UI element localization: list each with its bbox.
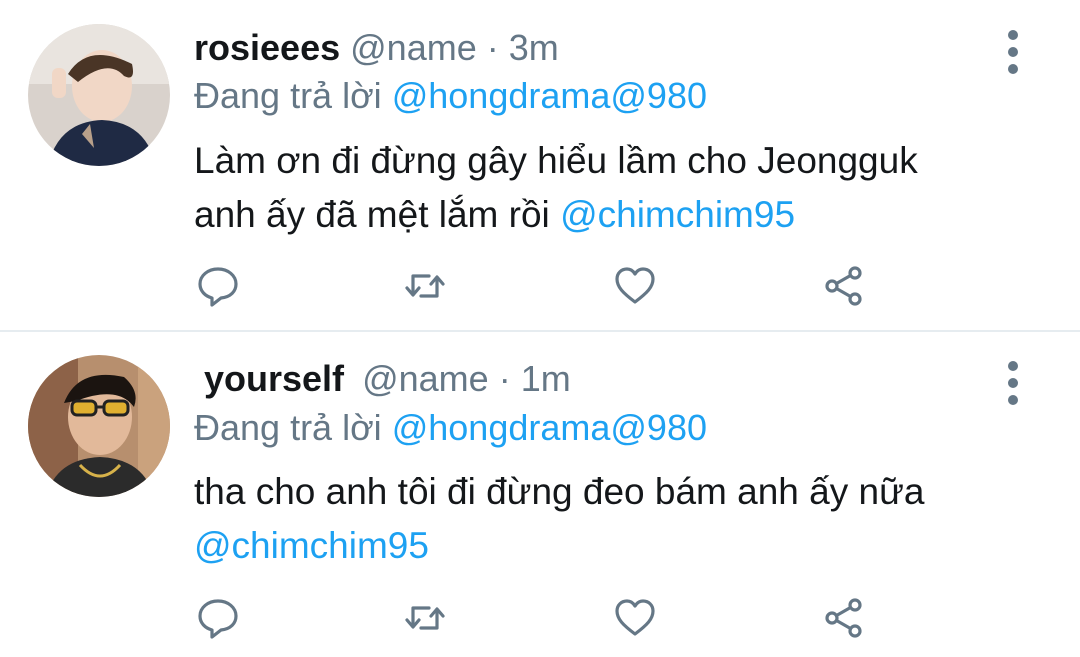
retweet-icon	[405, 274, 445, 298]
retweet-icon	[405, 606, 445, 630]
separator-dot: ·	[486, 27, 499, 68]
more-vertical-icon	[1008, 30, 1018, 40]
tweet-header: yourself @name · 1m	[204, 357, 571, 401]
replying-label: Đang trả lời	[194, 75, 382, 116]
tweet-actions	[194, 596, 894, 640]
timestamp[interactable]: 3m	[509, 27, 559, 68]
timestamp[interactable]: 1m	[521, 358, 571, 399]
like-button[interactable]	[611, 264, 659, 308]
like-button[interactable]	[611, 596, 659, 640]
handle[interactable]: @name	[350, 27, 477, 68]
mention-link[interactable]: @chimchim95	[560, 194, 795, 235]
share-icon	[825, 598, 862, 638]
handle[interactable]: @name	[362, 358, 489, 399]
share-button[interactable]	[820, 596, 868, 640]
reply-button[interactable]	[194, 264, 242, 308]
tweet-text-line: tha cho anh tôi đi đừng đeo bám anh ấy n…	[194, 471, 925, 512]
like-icon	[615, 267, 655, 304]
display-name[interactable]: yourself	[204, 358, 344, 399]
share-button[interactable]	[820, 264, 868, 308]
replying-to-link[interactable]: @hongdrama@980	[392, 75, 707, 116]
like-icon	[615, 599, 655, 636]
tweet-text: Làm ơn đi đừng gây hiểu lầm cho Jeongguk…	[194, 134, 1034, 242]
reply-icon	[198, 599, 238, 639]
more-vertical-icon	[1008, 361, 1018, 371]
tweet[interactable]: yourself @name · 1m Đang trả lời @hongdr…	[0, 332, 1080, 657]
tweet-header: rosieees @name · 3m	[194, 26, 559, 70]
display-name[interactable]: rosieees	[194, 27, 340, 68]
replying-to: Đang trả lời @hongdrama@980	[194, 406, 707, 450]
retweet-button[interactable]	[401, 596, 449, 640]
reply-icon	[198, 267, 238, 307]
tweet-text-line: anh ấy đã mệt lắm rồi	[194, 194, 550, 235]
tweet[interactable]: rosieees @name · 3m Đang trả lời @hongdr…	[0, 0, 1080, 332]
more-options-button[interactable]	[1008, 361, 1018, 405]
tweet-text-line: Làm ơn đi đừng gây hiểu lầm cho Jeongguk	[194, 140, 918, 181]
more-options-button[interactable]	[1008, 30, 1018, 74]
replying-to-link[interactable]: @hongdrama@980	[392, 407, 707, 448]
retweet-button[interactable]	[401, 264, 449, 308]
replying-label: Đang trả lời	[194, 407, 382, 448]
share-icon	[825, 266, 862, 306]
avatar[interactable]	[28, 355, 170, 497]
replying-to: Đang trả lời @hongdrama@980	[194, 74, 707, 118]
separator-dot: ·	[498, 358, 511, 399]
tweet-actions	[194, 264, 894, 308]
tweet-text: tha cho anh tôi đi đừng đeo bám anh ấy n…	[194, 465, 1034, 573]
mention-link[interactable]: @chimchim95	[194, 525, 429, 566]
avatar[interactable]	[28, 24, 170, 166]
reply-button[interactable]	[194, 596, 242, 640]
